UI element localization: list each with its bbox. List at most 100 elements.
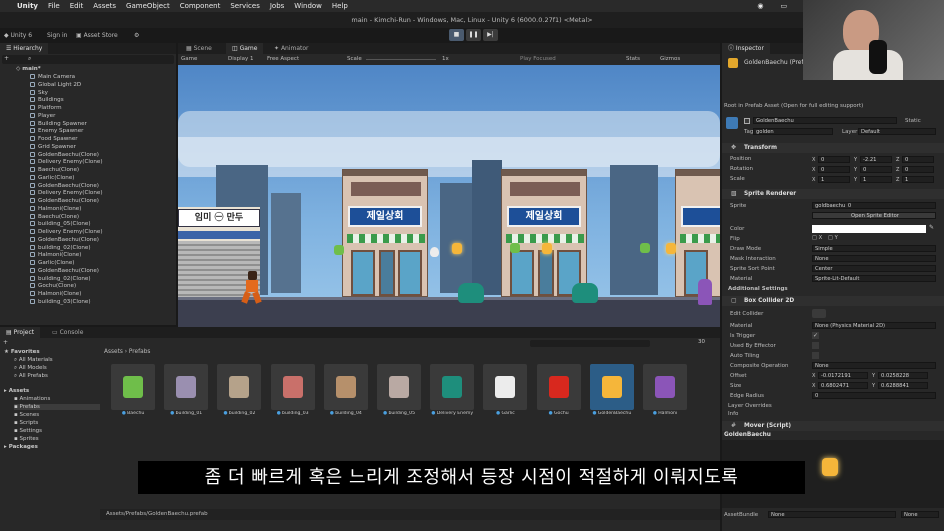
settings-gear-icon[interactable]: ⚙ <box>134 30 139 41</box>
hierarchy-item[interactable]: Baechu(Clone) <box>30 213 79 220</box>
scale-slider[interactable] <box>366 59 436 60</box>
folder-animations[interactable]: ▪ Animations <box>14 396 50 402</box>
transform-rotation-y-field[interactable]: 0 <box>860 166 892 173</box>
folder-sprites[interactable]: ▪ Sprites <box>14 436 39 442</box>
edge-radius-field[interactable]: 0 <box>812 392 936 399</box>
hierarchy-item[interactable]: Halmoni(Clone) <box>30 205 81 212</box>
hierarchy-item[interactable]: GoldenBaechu(Clone) <box>30 151 99 158</box>
sign-in-button[interactable]: Sign in <box>47 30 67 41</box>
prefab-tile[interactable] <box>536 364 581 410</box>
mover-script-header[interactable]: Mover (Script) <box>722 421 944 431</box>
prefab-tile[interactable] <box>164 364 209 410</box>
transform-rotation-x-field[interactable]: 0 <box>818 166 850 173</box>
add-icon[interactable]: + <box>4 55 9 62</box>
prefab-tile[interactable] <box>483 364 528 410</box>
hierarchy-root-scene[interactable]: ◇ main* <box>16 66 41 72</box>
folder-settings[interactable]: ▪ Settings <box>14 428 42 434</box>
transform-header[interactable]: Transform <box>722 143 944 153</box>
tab-inspector[interactable]: ⓘ Inspector <box>722 43 770 54</box>
material-field[interactable]: Sprite-Lit-Default <box>812 275 936 282</box>
sprite-field[interactable]: goldbaechu_0 <box>812 202 936 209</box>
menu-assets[interactable]: Assets <box>93 2 116 10</box>
offset-y-field[interactable]: 0.0258228 <box>878 372 928 379</box>
fav-all-materials[interactable]: ⌕ All Materials <box>14 357 53 364</box>
gizmos-button[interactable]: Gizmos <box>660 54 680 65</box>
hierarchy-item[interactable]: GoldenBaechu(Clone) <box>30 236 99 243</box>
pause-button[interactable]: ❚❚ <box>466 29 481 41</box>
tab-scene[interactable]: ▦ Scene <box>180 43 218 54</box>
static-toggle[interactable]: Static <box>905 118 921 124</box>
layer-overrides-foldout[interactable]: Layer Overrides <box>728 403 772 409</box>
box-collider-header[interactable]: Box Collider 2D <box>722 296 944 306</box>
composite-dropdown[interactable]: None <box>812 362 936 369</box>
packages-folder[interactable]: ▸ Packages <box>4 444 38 450</box>
menu-window[interactable]: Window <box>294 2 322 10</box>
hierarchy-item[interactable]: GoldenBaechu(Clone) <box>30 198 99 204</box>
menu-help[interactable]: Help <box>332 2 348 10</box>
size-x-field[interactable]: 0.6802471 <box>818 382 868 389</box>
status-record-icon[interactable]: ◉ <box>757 2 763 10</box>
hierarchy-item[interactable]: Grid Spawner <box>30 143 76 150</box>
game-canvas[interactable]: 임미 ㊀ 만두 제일상회 제일상회 <box>178 65 720 327</box>
hierarchy-item[interactable]: Halmoni(Clone) <box>30 291 81 297</box>
tab-hierarchy[interactable]: ☰ Hierarchy <box>0 43 49 54</box>
hierarchy-item[interactable]: Gochu(Clone) <box>30 283 76 289</box>
draw-mode-dropdown[interactable]: Simple <box>812 245 936 252</box>
prefab-tile[interactable] <box>111 364 155 410</box>
folder-scenes[interactable]: ▪ Scenes <box>14 412 39 418</box>
folder-scripts[interactable]: ▪ Scripts <box>14 420 38 426</box>
tab-project[interactable]: ▤ Project <box>0 327 41 338</box>
asset-store-button[interactable]: ▣ Asset Store <box>76 30 118 41</box>
menu-services[interactable]: Services <box>230 2 260 10</box>
favorites-folder[interactable]: ★ Favorites <box>4 349 40 355</box>
prefab-tile[interactable] <box>270 364 315 410</box>
breadcrumb-assets[interactable]: Assets <box>104 349 123 355</box>
object-name-field[interactable]: GoldenBaechu <box>753 117 897 124</box>
tab-game[interactable]: ◫ Game <box>226 43 264 54</box>
hierarchy-item[interactable]: Platform <box>30 105 62 111</box>
is-trigger-checkbox[interactable]: ✓ <box>812 332 819 339</box>
sprite-renderer-header[interactable]: Sprite Renderer <box>722 189 944 199</box>
project-search-input[interactable] <box>530 340 650 347</box>
flip-x-toggle[interactable]: □ X <box>812 235 822 241</box>
prefab-tile[interactable] <box>377 364 421 410</box>
hierarchy-item[interactable]: Building Spawner <box>30 120 87 127</box>
edit-collider-button[interactable] <box>812 309 826 318</box>
hierarchy-item[interactable]: building_02(Clone) <box>30 275 91 282</box>
offset-x-field[interactable]: -0.0172191 <box>818 372 868 379</box>
used-by-effector-checkbox[interactable] <box>812 342 819 349</box>
hierarchy-item[interactable]: Global Light 2D <box>30 81 81 88</box>
tab-animator[interactable]: ✦ Animator <box>268 43 315 54</box>
menu-edit[interactable]: Edit <box>70 2 84 10</box>
step-button[interactable]: ▶| <box>483 29 498 41</box>
transform-position-x-field[interactable]: 0 <box>818 156 850 163</box>
active-checkbox[interactable] <box>744 118 750 124</box>
menu-component[interactable]: Component <box>180 2 221 10</box>
hierarchy-item[interactable]: Baechu(Clone) <box>30 167 79 173</box>
hierarchy-item[interactable]: GoldenBaechu(Clone) <box>30 182 99 189</box>
hierarchy-item[interactable]: Garlic(Clone) <box>30 174 74 181</box>
transform-rotation-z-field[interactable]: 0 <box>902 166 934 173</box>
sort-point-dropdown[interactable]: Center <box>812 265 936 272</box>
hierarchy-item[interactable]: GoldenBaechu(Clone) <box>30 267 99 274</box>
hierarchy-item[interactable]: building_02(Clone) <box>30 244 91 251</box>
mask-interaction-dropdown[interactable]: None <box>812 255 936 262</box>
size-y-field[interactable]: 0.6288841 <box>878 382 928 389</box>
transform-position-y-field[interactable]: -2.21 <box>860 156 892 163</box>
tag-dropdown[interactable]: golden <box>753 128 833 135</box>
color-swatch[interactable] <box>812 225 926 233</box>
display-dropdown[interactable]: Display 1 <box>228 54 254 65</box>
transform-position-z-field[interactable]: 0 <box>902 156 934 163</box>
tab-console[interactable]: ▭ Console <box>46 327 89 338</box>
transform-scale-y-field[interactable]: 1 <box>860 176 892 183</box>
play-button[interactable]: ■ <box>449 29 464 41</box>
hierarchy-item[interactable]: Delivery Enemy(Clone) <box>30 229 103 235</box>
hierarchy-item[interactable]: building_05(Clone) <box>30 221 91 227</box>
menu-jobs[interactable]: Jobs <box>270 2 284 10</box>
hierarchy-item[interactable]: Halmoni(Clone) <box>30 252 81 258</box>
project-add-icon[interactable]: + <box>3 339 8 346</box>
hierarchy-item[interactable]: Sky <box>30 89 48 96</box>
transform-scale-x-field[interactable]: 1 <box>818 176 850 183</box>
game-mode-dropdown[interactable]: Game <box>181 54 197 65</box>
assets-folder[interactable]: ▸ Assets <box>4 388 29 394</box>
